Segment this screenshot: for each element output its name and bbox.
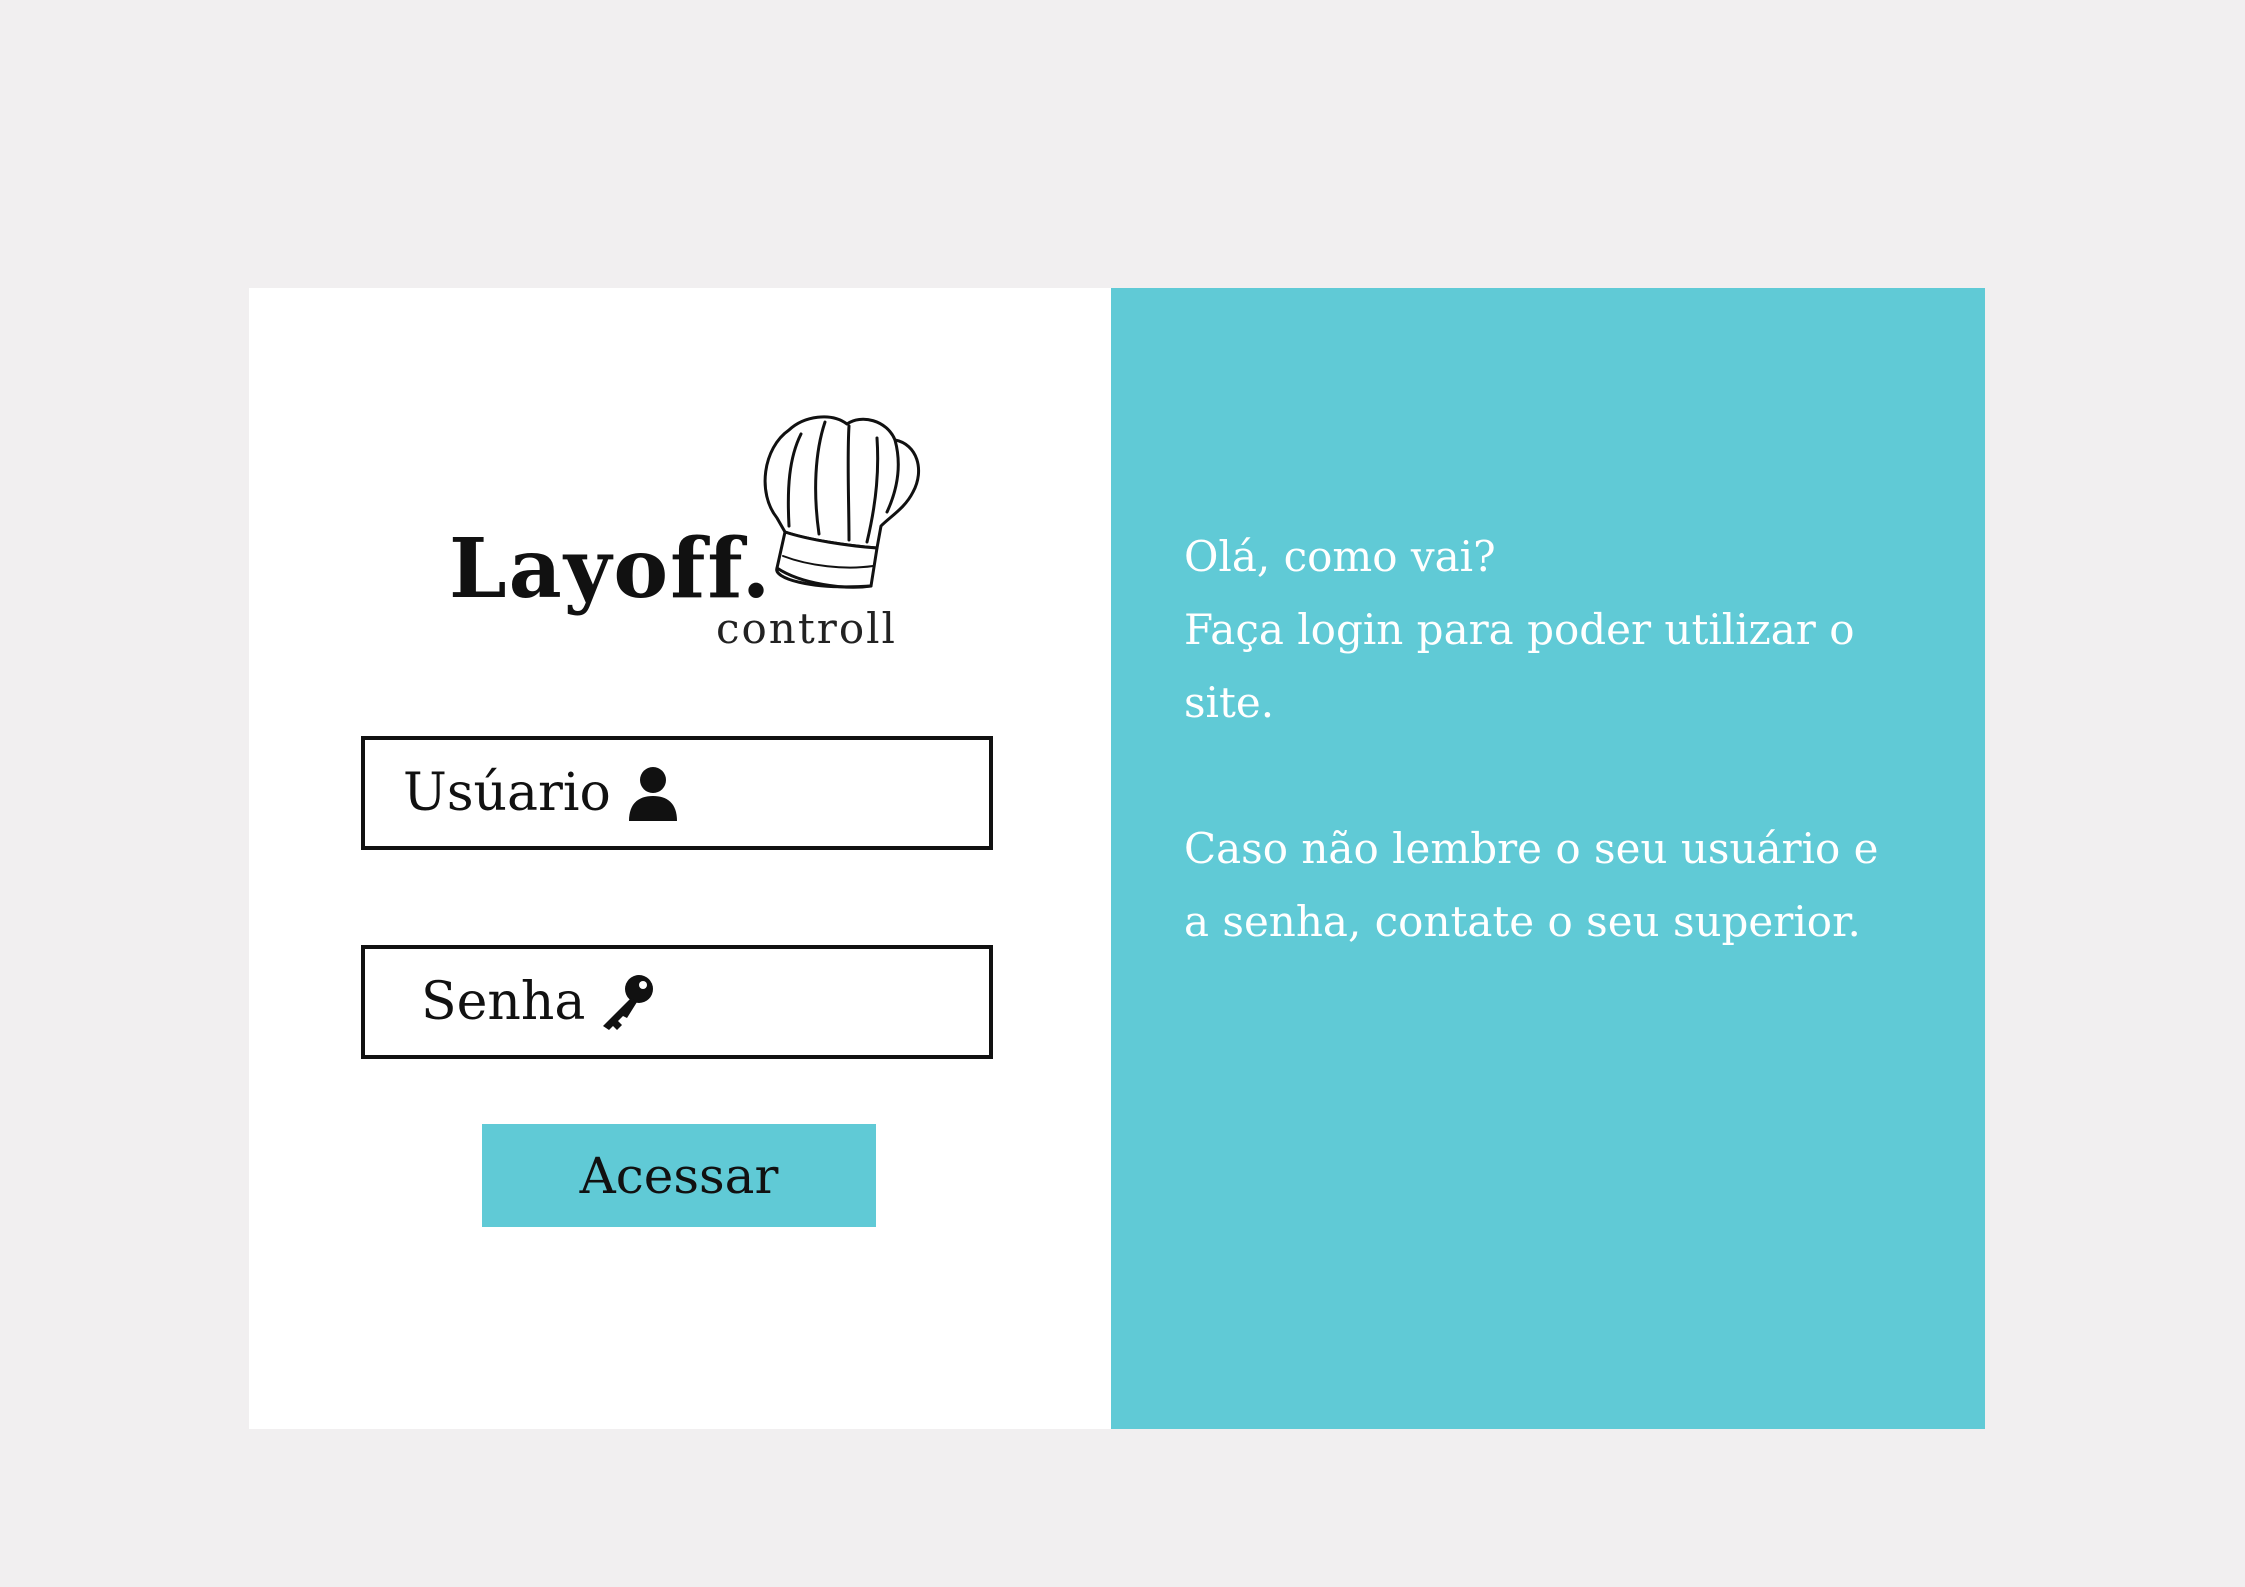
logo: Layoff. controll — [449, 408, 969, 658]
key-icon — [603, 975, 654, 1030]
welcome-text: Olá, como vai? Faça login para poder uti… — [1184, 520, 1904, 958]
password-field[interactable]: Senha — [361, 945, 993, 1059]
username-label: Usúario — [403, 763, 611, 823]
login-instruction-text: Faça login para poder utilizar o site. — [1184, 605, 1855, 727]
login-card: Layoff. controll Usúario Senha Acessar O… — [249, 288, 1985, 1429]
access-button[interactable]: Acessar — [482, 1124, 876, 1227]
login-panel: Layoff. controll Usúario Senha Acessar — [249, 288, 1111, 1429]
chef-hat-icon — [763, 415, 921, 589]
user-icon — [628, 767, 677, 821]
page: Layoff. controll Usúario Senha Acessar O… — [0, 0, 2245, 1587]
password-label: Senha — [421, 972, 586, 1032]
logo-subtitle: controll — [716, 604, 897, 653]
greeting-text: Olá, como vai? — [1184, 532, 1496, 581]
info-panel: Olá, como vai? Faça login para poder uti… — [1111, 288, 1985, 1429]
logo-title: Layoff. — [449, 521, 773, 617]
username-field[interactable]: Usúario — [361, 736, 993, 850]
forgot-credentials-text: Caso não lembre o seu usuário e a senha,… — [1184, 824, 1879, 946]
